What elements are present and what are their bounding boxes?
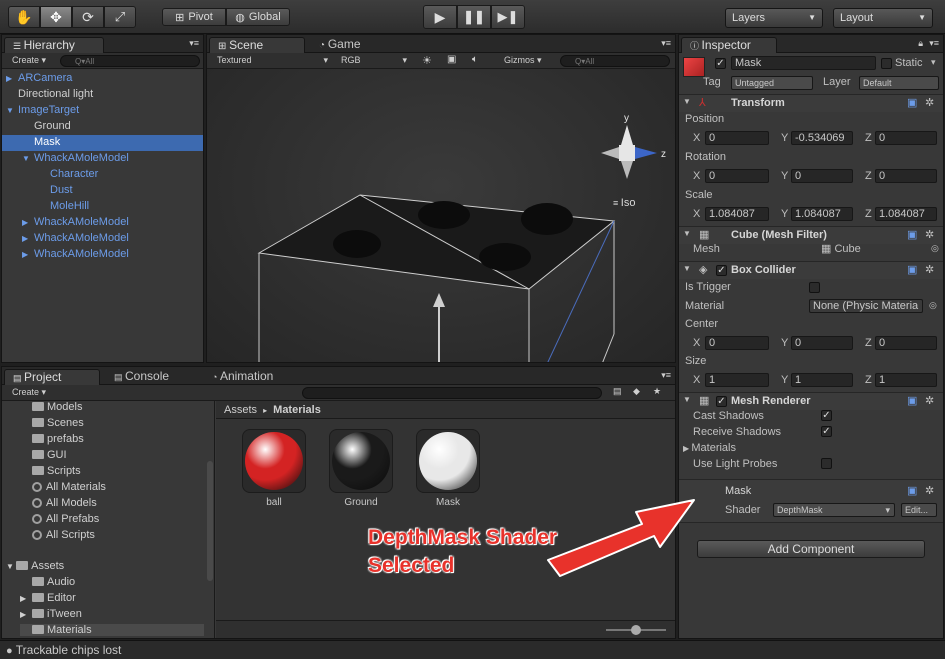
red-arrow: [547, 499, 695, 577]
status-text: Trackable chips lost: [15, 643, 122, 657]
warning-icon: ●: [6, 645, 13, 657]
annotation-line-2: Selected: [368, 554, 455, 577]
annotation-text: DepthMask Shader Selected: [368, 524, 557, 580]
annotation-line-1: DepthMask Shader: [368, 526, 558, 549]
status-bar: ● Trackable chips lost: [0, 640, 945, 659]
